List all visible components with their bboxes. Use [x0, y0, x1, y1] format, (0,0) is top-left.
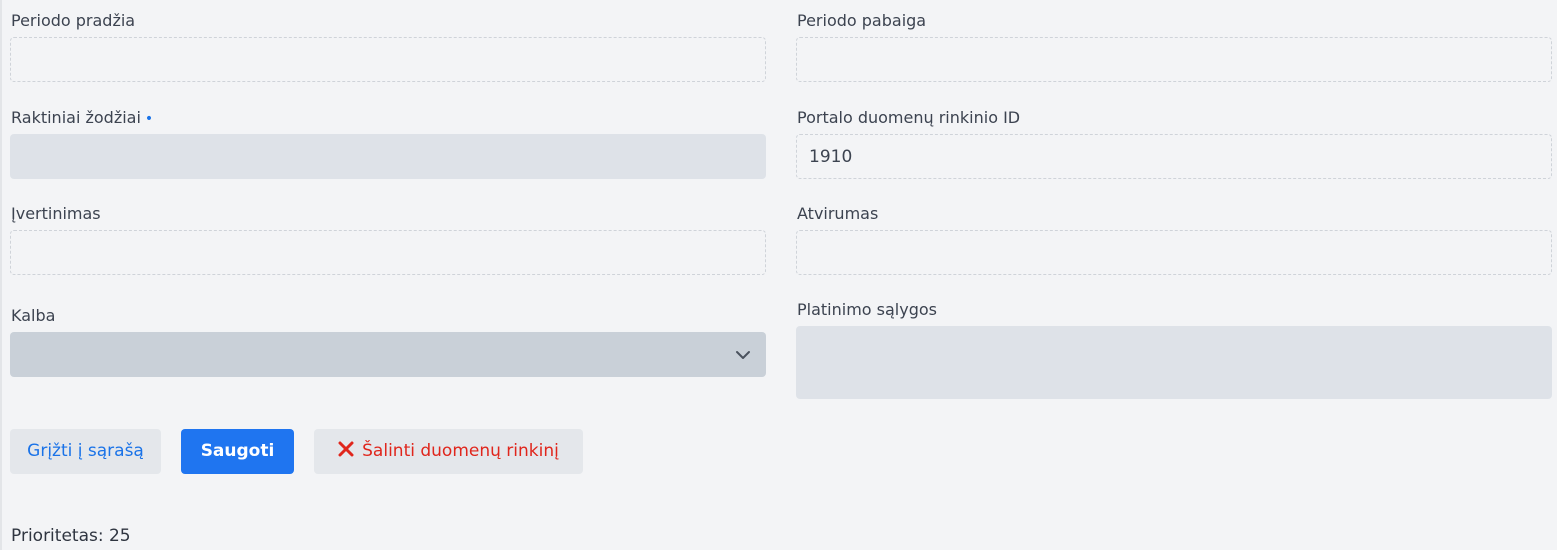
period-end-label: Periodo pabaiga	[797, 11, 927, 30]
delete-dataset-button[interactable]: Šalinti duomenų rinkinį	[314, 429, 583, 474]
period-start-input[interactable]	[10, 37, 766, 82]
distribution-terms-label: Platinimo sąlygos	[797, 300, 937, 319]
delete-dataset-label: Šalinti duomenų rinkinį	[362, 441, 559, 461]
language-select[interactable]	[10, 332, 766, 377]
portal-dataset-id-value: 1910	[809, 147, 853, 167]
language-label: Kalba	[11, 306, 56, 325]
distribution-terms-textarea[interactable]	[796, 326, 1552, 399]
close-icon	[338, 441, 354, 457]
openness-label: Atvirumas	[797, 204, 879, 223]
rating-label: Įvertinimas	[11, 204, 101, 223]
portal-dataset-id-input[interactable]: 1910	[796, 134, 1552, 179]
keywords-input[interactable]	[10, 134, 766, 179]
save-label: Saugoti	[200, 441, 275, 461]
period-start-label: Periodo pradžia	[11, 11, 136, 30]
back-to-list-label: Grįžti į sąrašą	[27, 441, 144, 461]
priority-text: Prioritetas: 25	[11, 526, 131, 546]
save-button[interactable]: Saugoti	[181, 429, 294, 474]
openness-input[interactable]	[796, 230, 1552, 275]
required-marker: •	[144, 111, 154, 127]
left-edge-divider	[0, 0, 2, 550]
period-end-input[interactable]	[796, 37, 1552, 82]
portal-dataset-id-label: Portalo duomenų rinkinio ID	[797, 108, 1021, 127]
rating-input[interactable]	[10, 230, 766, 275]
chevron-down-icon	[736, 351, 750, 359]
back-to-list-button[interactable]: Grįžti į sąrašą	[10, 429, 161, 474]
keywords-label-text: Raktiniai žodžiai	[11, 108, 141, 127]
keywords-label: Raktiniai žodžiai •	[11, 108, 153, 129]
